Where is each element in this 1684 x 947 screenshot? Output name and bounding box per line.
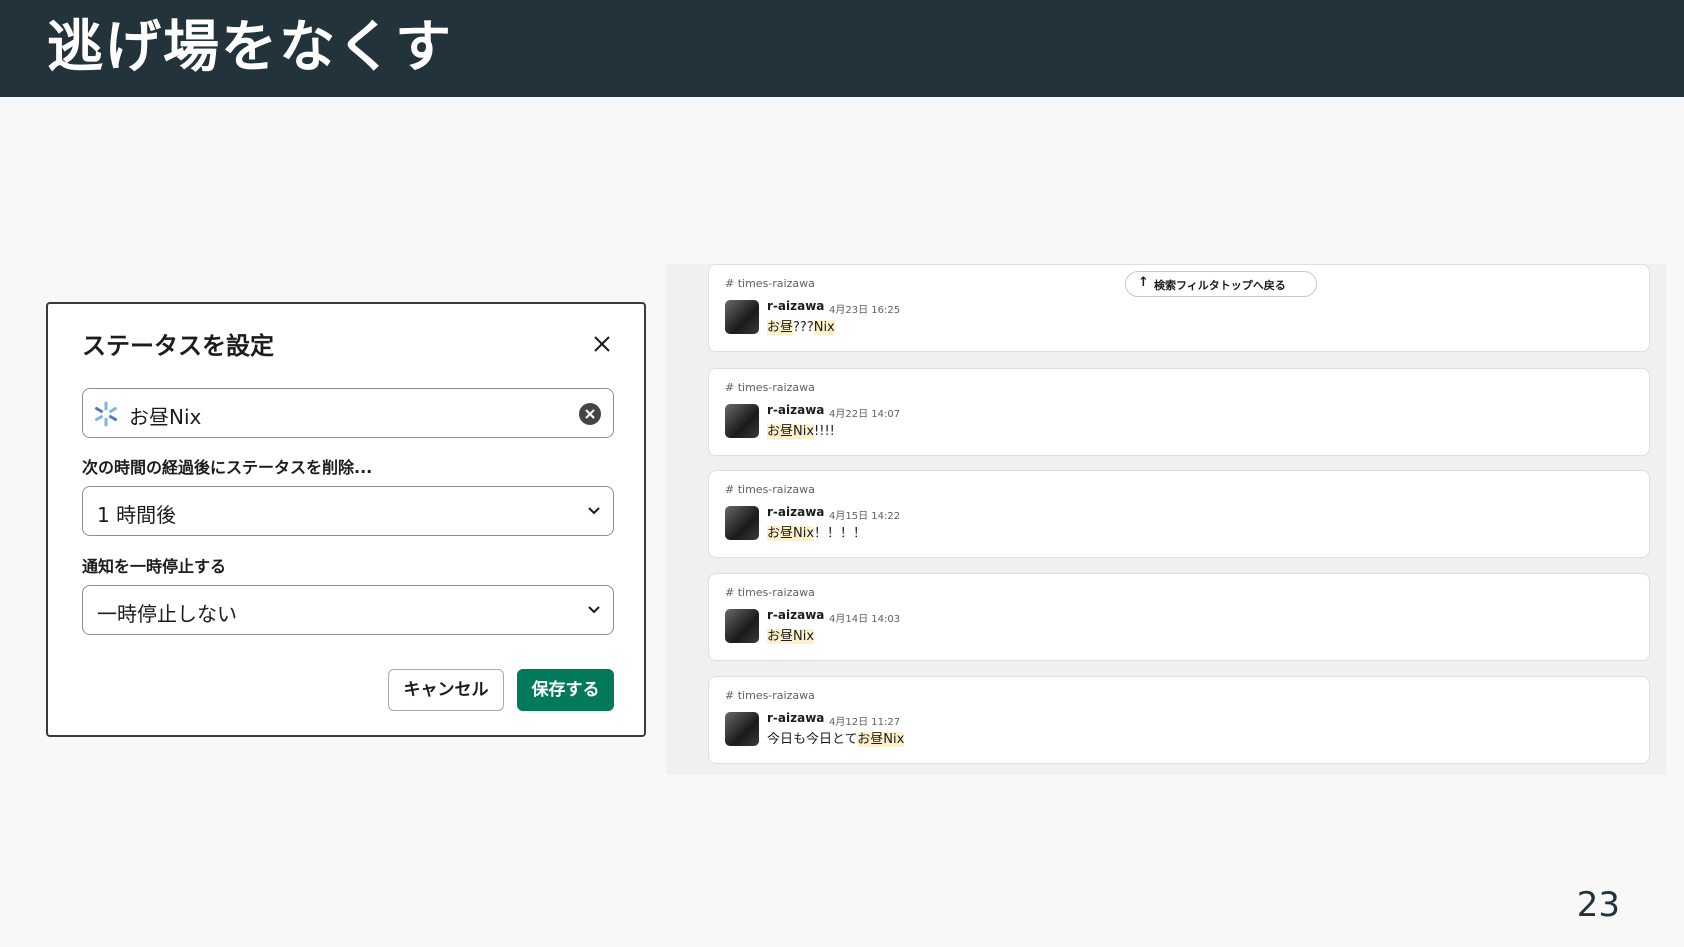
message-mid: ???: [793, 320, 814, 335]
clear-after-label: 次の時間の経過後にステータスを削除...: [82, 458, 373, 477]
message-highlight: Nix: [793, 629, 815, 644]
message-timestamp[interactable]: 4月12日 11:27: [829, 713, 900, 728]
author-name[interactable]: r-aizawa: [767, 711, 824, 725]
message-text: お昼???Nix: [767, 316, 835, 335]
arrow-up-icon: ↑: [1138, 275, 1149, 290]
search-result-card[interactable]: # times-raizawa r-aizawa 4月22日 14:07 お昼Nix!…: [708, 368, 1650, 456]
message-timestamp[interactable]: 4月23日 16:25: [829, 301, 900, 316]
clear-status-icon[interactable]: [579, 403, 601, 425]
message-text: お昼Nix!!!!: [767, 420, 835, 439]
channel-name[interactable]: # times-raizawa: [725, 381, 815, 394]
message-post: !!!!: [814, 424, 835, 439]
avatar[interactable]: [725, 300, 759, 334]
back-to-filter-button[interactable]: ↑ 検索フィルタトップへ戻る: [1125, 271, 1317, 297]
pause-notifications-value: 一時停止しない: [97, 602, 237, 626]
channel-name[interactable]: # times-raizawa: [725, 483, 815, 496]
status-text: お昼Nix: [129, 405, 202, 429]
avatar[interactable]: [725, 712, 759, 746]
message-highlight: Nix: [813, 320, 835, 335]
message-highlight: お昼: [767, 526, 794, 541]
message-highlight: お昼: [767, 424, 794, 439]
pause-notifications-label: 通知を一時停止する: [82, 557, 227, 576]
message-timestamp[interactable]: 4月14日 14:03: [829, 610, 900, 625]
channel-name[interactable]: # times-raizawa: [725, 277, 815, 290]
dialog-title: ステータスを設定: [82, 332, 274, 360]
message-text: 今日も今日とてお昼Nix: [767, 728, 905, 747]
message-text: お昼Nix: [767, 625, 815, 644]
search-result-card[interactable]: # times-raizawa r-aizawa 4月14日 14:03 お昼Nix: [708, 573, 1650, 661]
message-timestamp[interactable]: 4月22日 14:07: [829, 405, 900, 420]
author-name[interactable]: r-aizawa: [767, 403, 824, 417]
page-number: 23: [1576, 885, 1620, 925]
clear-after-value: 1 時間後: [97, 503, 177, 527]
nix-snowflake-icon[interactable]: [93, 401, 119, 427]
chevron-down-icon: [588, 606, 600, 614]
message-pre: 今日も今日とて: [767, 732, 858, 747]
message-post: ！！！！: [814, 526, 867, 541]
save-button[interactable]: 保存する: [517, 669, 614, 711]
search-results-panel: # times-raizawa r-aizawa 4月23日 16:25 お昼???N…: [666, 264, 1666, 775]
message-highlight: お昼: [767, 320, 794, 335]
search-result-card[interactable]: # times-raizawa r-aizawa 4月23日 16:25 お昼???N…: [708, 264, 1650, 352]
clear-after-select[interactable]: 1 時間後: [82, 486, 614, 536]
avatar[interactable]: [725, 506, 759, 540]
close-icon[interactable]: [588, 330, 616, 358]
back-to-filter-label: 検索フィルタトップへ戻る: [1154, 279, 1286, 292]
message-highlight: Nix: [793, 526, 815, 541]
slide-title-bar: 逃げ場をなくす: [0, 0, 1684, 97]
status-input[interactable]: お昼Nix: [82, 388, 614, 438]
pause-notifications-select[interactable]: 一時停止しない: [82, 585, 614, 635]
chevron-down-icon: [588, 507, 600, 515]
avatar[interactable]: [725, 404, 759, 438]
message-highlight: お昼: [767, 629, 794, 644]
author-name[interactable]: r-aizawa: [767, 505, 824, 519]
cancel-button[interactable]: キャンセル: [388, 669, 504, 711]
author-name[interactable]: r-aizawa: [767, 608, 824, 622]
message-highlight: Nix: [883, 732, 905, 747]
slide-title: 逃げ場をなくす: [47, 15, 453, 80]
status-dialog: ステータスを設定 お昼Nix 次の時間の経過後にステータスを削除... 1 時間…: [46, 302, 646, 737]
message-highlight: Nix: [793, 424, 815, 439]
author-name[interactable]: r-aizawa: [767, 299, 824, 313]
avatar[interactable]: [725, 609, 759, 643]
channel-name[interactable]: # times-raizawa: [725, 586, 815, 599]
message-timestamp[interactable]: 4月15日 14:22: [829, 507, 900, 522]
message-highlight: お昼: [857, 732, 884, 747]
search-result-card[interactable]: # times-raizawa r-aizawa 4月12日 11:27 今日も今日と…: [708, 676, 1650, 764]
channel-name[interactable]: # times-raizawa: [725, 689, 815, 702]
search-result-card[interactable]: # times-raizawa r-aizawa 4月15日 14:22 お昼Nix！…: [708, 470, 1650, 558]
message-text: お昼Nix！！！！: [767, 522, 866, 541]
